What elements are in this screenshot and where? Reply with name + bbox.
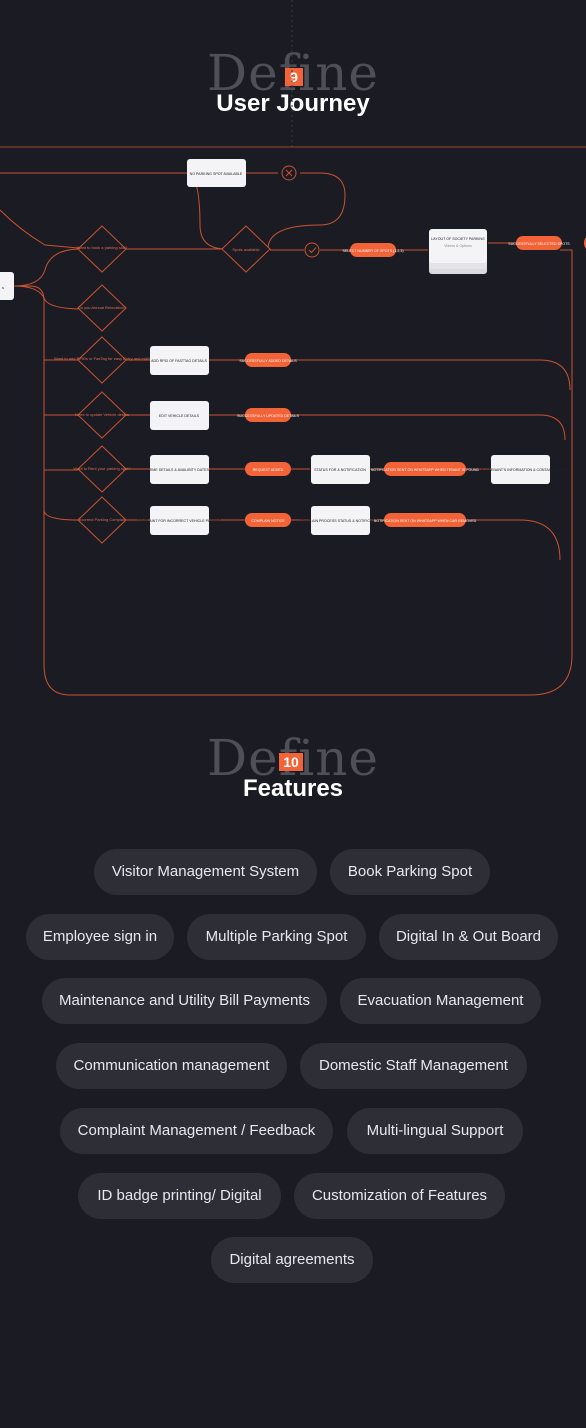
decision-spots-label: Spots available [232, 247, 260, 252]
feature-pill: Book Parking Spot [330, 849, 490, 895]
edit-vehicle-label: EDIT VEHICLE DETAILS [159, 414, 200, 418]
feature-pill: Maintenance and Utility Bill Payments [42, 978, 327, 1024]
feature-pill: Multiple Parking Spot [187, 914, 366, 960]
decision-relocation-label: Do you Annual Relocation? [78, 305, 127, 310]
tag-updated-label: SUCCESSFULLY UPDATED DETAILS [237, 414, 299, 418]
tenant-info-label: STATUS & TENANT'S INFORMATION & CONTACT … [471, 468, 570, 472]
decision-incorrect-label: Incorrect Parking Complain [78, 517, 126, 522]
check-mark [308, 247, 317, 254]
feature-pill: Evacuation Management [340, 978, 541, 1024]
section-number-badge: 10 [279, 753, 303, 771]
decision-vehicle-label: Need to update Vehicle details [75, 412, 129, 417]
tag-request-label: REQUEST ADDED [253, 468, 284, 472]
available-check-icon [304, 242, 320, 258]
complain-process-label: COMPLAIN PROCESS STATUS & NOTIFICATION [299, 519, 381, 523]
time-details-label: TIME DETAILS & AVAILIBITY DATES [149, 468, 209, 472]
feature-pill: Digital In & Out Board [379, 914, 558, 960]
complaint-label: COMPLAINT FOR INCORRECT VEHICLE PARKING [136, 519, 221, 523]
feature-pill: Customization of Features [294, 1173, 505, 1219]
feature-pill: Employee sign in [26, 914, 174, 960]
decision-book-label: Want to book a parking slot? [77, 245, 128, 250]
feature-pill: Communication management [56, 1043, 287, 1089]
decision-rent-label: Want to Rent your parking spot? [73, 466, 131, 471]
feature-pill: ID badge printing/ Digital [78, 1173, 281, 1219]
add-rfid-label: ADD RFID OF FASTTAG DETAILS [151, 359, 207, 363]
user-journey-diagram: s Want to book a parking slot? Spots ava… [0, 0, 586, 696]
no-spot-label: NO PARKING SPOT AVAILABLE [190, 172, 243, 176]
tag-whatsapp-removed-label: NOTIFICATION SENT ON WHATSAPP WHEN CAR R… [374, 519, 477, 523]
feature-pill: Multi-lingual Support [347, 1108, 523, 1154]
decision-rfid-label: Want to add RFIDs or FasTag for easy Ent… [54, 356, 151, 361]
feature-pill: Digital agreements [211, 1237, 373, 1283]
feature-pill: Visitor Management System [94, 849, 317, 895]
feature-pill: Domestic Staff Management [300, 1043, 527, 1089]
layout-title: LAYOUT OF SOCIETY PARKING [431, 237, 485, 241]
cross-mark [285, 169, 293, 177]
tag-complain-label: COMPLAIN NOTICE [251, 519, 285, 523]
section-title: Features [242, 775, 344, 802]
tag-whatsapp-tenant-label: NOTIFICATION SENT ON WHATSAPP WHEN TENAN… [371, 468, 480, 472]
tag-added-label: SUCCESSFULLY ADDED DETAILS [239, 359, 297, 363]
layout-sub: Videos & Options [444, 244, 472, 248]
feature-pill: Complaint Management / Feedback [60, 1108, 333, 1154]
tag-select-spots-label: SELECT NUMBER OF SPOTS (1,2,3) [342, 249, 403, 253]
status-notification-label: STATUS FOR & NOTIFICATION [314, 468, 366, 472]
start-label: s [2, 285, 4, 290]
tag-selected-label: SUCCESSFULLY SELECTED SPOTS [508, 242, 570, 246]
